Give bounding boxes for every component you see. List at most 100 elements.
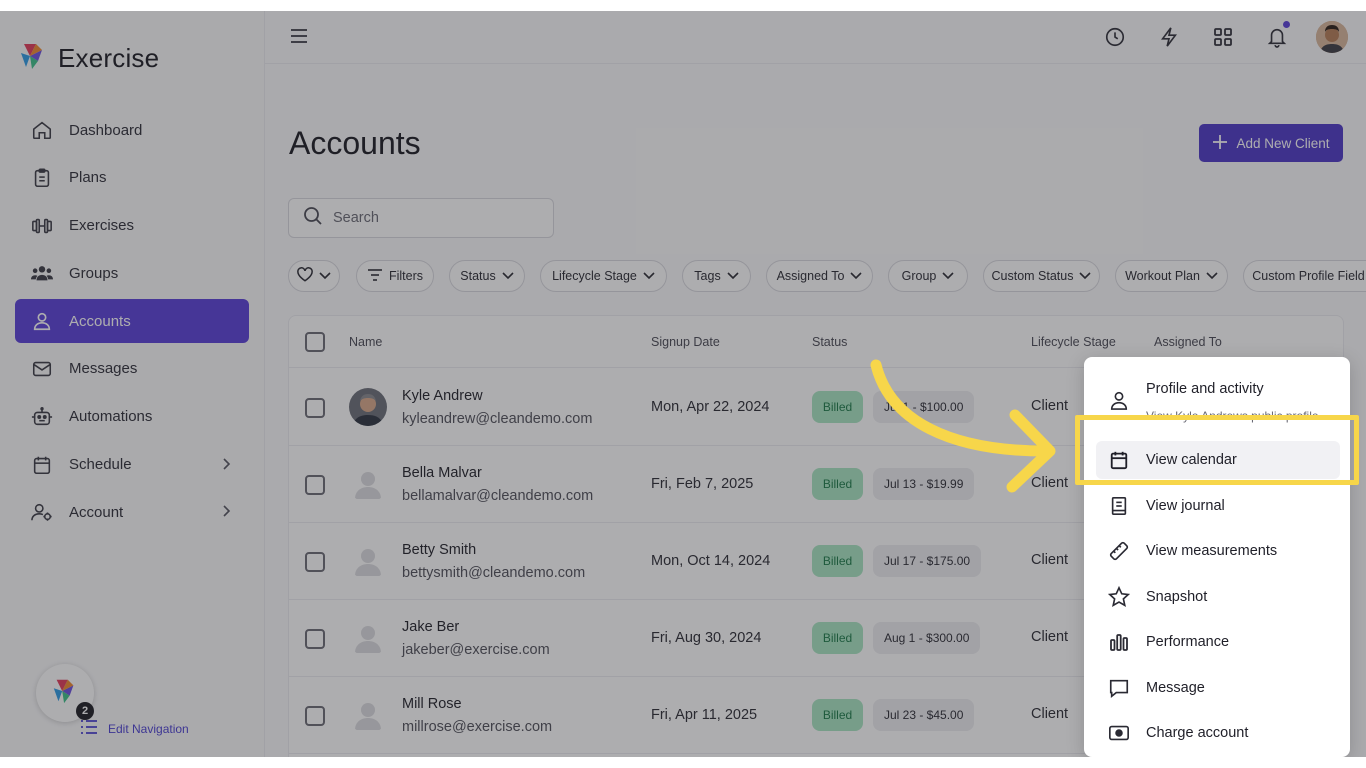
lifecycle-stage: Client bbox=[1031, 552, 1069, 568]
bell-icon[interactable] bbox=[1262, 21, 1292, 53]
column-header-lifecycle-stage[interactable]: Lifecycle Stage bbox=[1031, 335, 1116, 349]
client-email: bettysmith@cleandemo.com bbox=[402, 565, 586, 581]
users-icon bbox=[30, 261, 54, 285]
column-header-assigned-to[interactable]: Assigned To bbox=[1154, 335, 1222, 349]
sidebar-item-label: Account bbox=[69, 503, 124, 521]
avatar bbox=[349, 542, 387, 580]
top-bar bbox=[265, 11, 1366, 64]
sidebar-item-label: Groups bbox=[69, 264, 119, 282]
favorites-filter-chip[interactable] bbox=[288, 260, 340, 292]
chevron-down-icon bbox=[319, 269, 331, 283]
sidebar-item-messages[interactable]: Messages bbox=[15, 347, 249, 391]
dumbbell-icon bbox=[30, 214, 54, 238]
money-icon bbox=[1108, 722, 1130, 744]
row-checkbox[interactable] bbox=[305, 475, 325, 495]
plus-icon bbox=[1212, 134, 1228, 153]
calendar-icon bbox=[30, 453, 54, 477]
custom-status-filter-chip[interactable]: Custom Status bbox=[983, 260, 1100, 292]
sidebar-item-schedule[interactable]: Schedule bbox=[15, 443, 249, 487]
lifecycle-stage-filter-chip[interactable]: Lifecycle Stage bbox=[540, 260, 667, 292]
chevron-down-icon bbox=[1079, 269, 1092, 283]
client-email: jakeber@exercise.com bbox=[402, 642, 550, 658]
menu-item-view-measurements[interactable]: View measurements bbox=[1096, 532, 1340, 570]
apps-grid-icon[interactable] bbox=[1208, 21, 1238, 53]
lifecycle-stage: Client bbox=[1031, 398, 1069, 414]
column-header-signup-date[interactable]: Signup Date bbox=[651, 335, 720, 349]
signup-date: Fri, Feb 7, 2025 bbox=[651, 476, 754, 492]
filter-chip-label: Lifecycle Stage bbox=[552, 269, 637, 283]
status-badge: Billed bbox=[812, 699, 863, 731]
lifecycle-stage: Client bbox=[1031, 706, 1069, 722]
top-icons bbox=[1100, 21, 1348, 53]
menu-item-view-calendar[interactable]: View calendar bbox=[1096, 441, 1340, 479]
filters-chip[interactable]: Filters bbox=[356, 260, 434, 292]
assigned-to-filter-chip[interactable]: Assigned To bbox=[766, 260, 873, 292]
menu-item-label: View measurements bbox=[1146, 543, 1278, 559]
client-name[interactable]: Betty Smith bbox=[402, 542, 476, 558]
plan-badge: Aug 1 - $300.00 bbox=[873, 622, 981, 654]
avatar bbox=[349, 619, 387, 657]
client-name[interactable]: Bella Malvar bbox=[402, 465, 482, 481]
brand[interactable]: Exercise bbox=[18, 41, 159, 76]
hamburger-menu-icon[interactable] bbox=[289, 27, 309, 50]
lifecycle-stage: Client bbox=[1031, 475, 1069, 491]
status-badge: Billed bbox=[812, 468, 863, 500]
notification-count-badge: 2 bbox=[76, 702, 94, 720]
clipboard-icon bbox=[30, 166, 54, 190]
menu-item-label: Profile and activity bbox=[1146, 381, 1264, 397]
brand-name: Exercise bbox=[58, 43, 160, 73]
sidebar-item-account[interactable]: Account bbox=[15, 490, 249, 534]
bar-chart-icon bbox=[1108, 631, 1130, 653]
app-window: Exercise Dashboard Plans Exercises Group… bbox=[0, 11, 1366, 757]
plan-badge: Jul 23 - $45.00 bbox=[873, 699, 975, 731]
column-header-status[interactable]: Status bbox=[812, 335, 847, 349]
profile-subtext: View Kyle Andrews public profile bbox=[1146, 409, 1319, 423]
sidebar-item-automations[interactable]: Automations bbox=[15, 395, 249, 439]
row-checkbox[interactable] bbox=[305, 629, 325, 649]
row-checkbox[interactable] bbox=[305, 552, 325, 572]
sidebar-item-plans[interactable]: Plans bbox=[15, 156, 249, 200]
column-header-name[interactable]: Name bbox=[349, 335, 382, 349]
custom-profile-field-filter-chip[interactable]: Custom Profile Field bbox=[1243, 260, 1366, 292]
profile-avatar[interactable] bbox=[1316, 21, 1348, 53]
app-launcher-button[interactable]: 2 bbox=[36, 664, 94, 722]
sidebar-item-groups[interactable]: Groups bbox=[15, 251, 249, 295]
chevron-down-icon bbox=[502, 269, 514, 283]
client-name[interactable]: Jake Ber bbox=[402, 619, 459, 635]
menu-item-performance[interactable]: Performance bbox=[1096, 623, 1340, 661]
row-checkbox[interactable] bbox=[305, 398, 325, 418]
filter-chip-label: Custom Profile Field bbox=[1252, 269, 1365, 283]
sidebar-item-dashboard[interactable]: Dashboard bbox=[15, 108, 249, 152]
sidebar-item-exercises[interactable]: Exercises bbox=[15, 204, 249, 248]
lightning-icon[interactable] bbox=[1154, 21, 1184, 53]
workout-plan-filter-chip[interactable]: Workout Plan bbox=[1115, 260, 1228, 292]
journal-icon bbox=[1108, 495, 1130, 517]
status-badge: Billed bbox=[812, 391, 863, 423]
menu-item-charge-account[interactable]: Charge account bbox=[1096, 714, 1340, 752]
menu-item-snapshot[interactable]: Snapshot bbox=[1096, 578, 1340, 616]
add-new-client-button[interactable]: Add New Client bbox=[1199, 124, 1343, 162]
avatar bbox=[349, 388, 387, 426]
select-all-checkbox[interactable] bbox=[305, 332, 325, 352]
status-filter-chip[interactable]: Status bbox=[449, 260, 525, 292]
sidebar-item-label: Dashboard bbox=[69, 121, 143, 139]
signup-date: Fri, Aug 30, 2024 bbox=[651, 630, 762, 646]
plan-badge: Jul 17 - $175.00 bbox=[873, 545, 982, 577]
row-checkbox[interactable] bbox=[305, 706, 325, 726]
menu-item-label: Charge account bbox=[1146, 725, 1249, 741]
status-badge: Billed bbox=[812, 622, 863, 654]
search-input[interactable] bbox=[333, 210, 533, 226]
tags-filter-chip[interactable]: Tags bbox=[682, 260, 751, 292]
menu-item-view-journal[interactable]: View journal bbox=[1096, 487, 1340, 525]
edit-navigation-link[interactable]: Edit Navigation bbox=[80, 719, 189, 738]
sidebar-nav: Dashboard Plans Exercises Groups Account… bbox=[15, 108, 249, 538]
menu-item-message[interactable]: Message bbox=[1096, 669, 1340, 707]
client-name[interactable]: Kyle Andrew bbox=[402, 388, 483, 404]
filter-chip-label: Tags bbox=[694, 269, 721, 283]
calendar-icon bbox=[1108, 449, 1130, 471]
group-filter-chip[interactable]: Group bbox=[888, 260, 968, 292]
client-name[interactable]: Mill Rose bbox=[402, 696, 462, 712]
search-box bbox=[288, 198, 554, 238]
sidebar-item-accounts[interactable]: Accounts bbox=[15, 299, 249, 344]
history-icon[interactable] bbox=[1100, 21, 1130, 53]
